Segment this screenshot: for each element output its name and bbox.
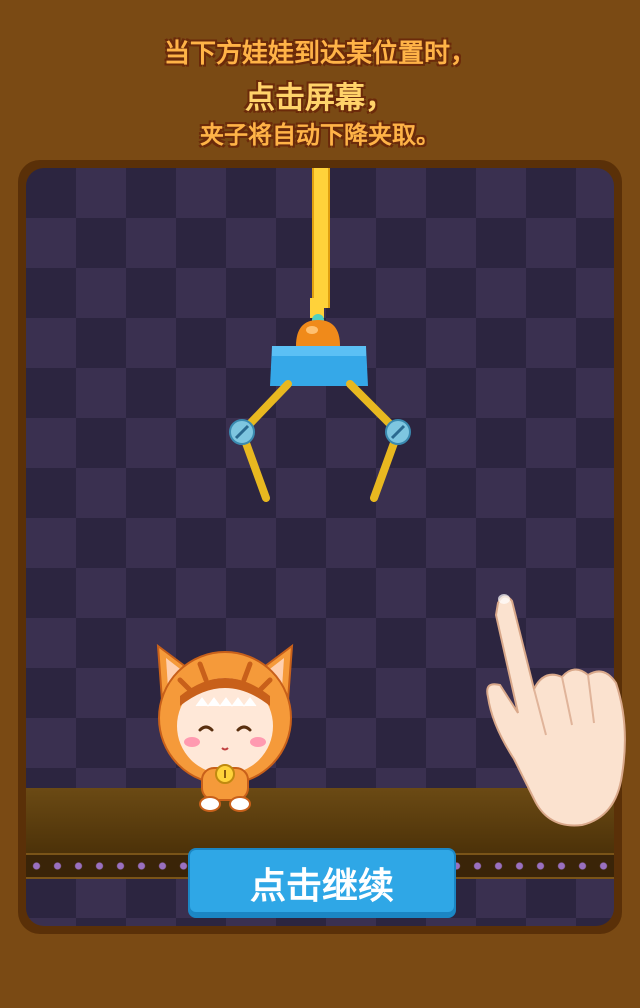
instruction-line-3: 夹子将自动下降夹取。 — [200, 121, 440, 149]
claw-icon — [229, 298, 411, 502]
continue-button[interactable]: 点击继续 — [188, 848, 456, 918]
claw-rope — [312, 168, 330, 308]
instruction-line-1: 当下方娃娃到达某位置时， — [163, 39, 476, 69]
pointing-hand-icon — [486, 594, 626, 827]
instruction-line-2: 点击屏幕， — [245, 81, 395, 116]
tiger-doll-icon[interactable] — [150, 640, 300, 815]
instruction-text: 当下方娃娃到达某位置时， 点击屏幕， 夹子将自动下降夹取。 — [0, 28, 640, 152]
